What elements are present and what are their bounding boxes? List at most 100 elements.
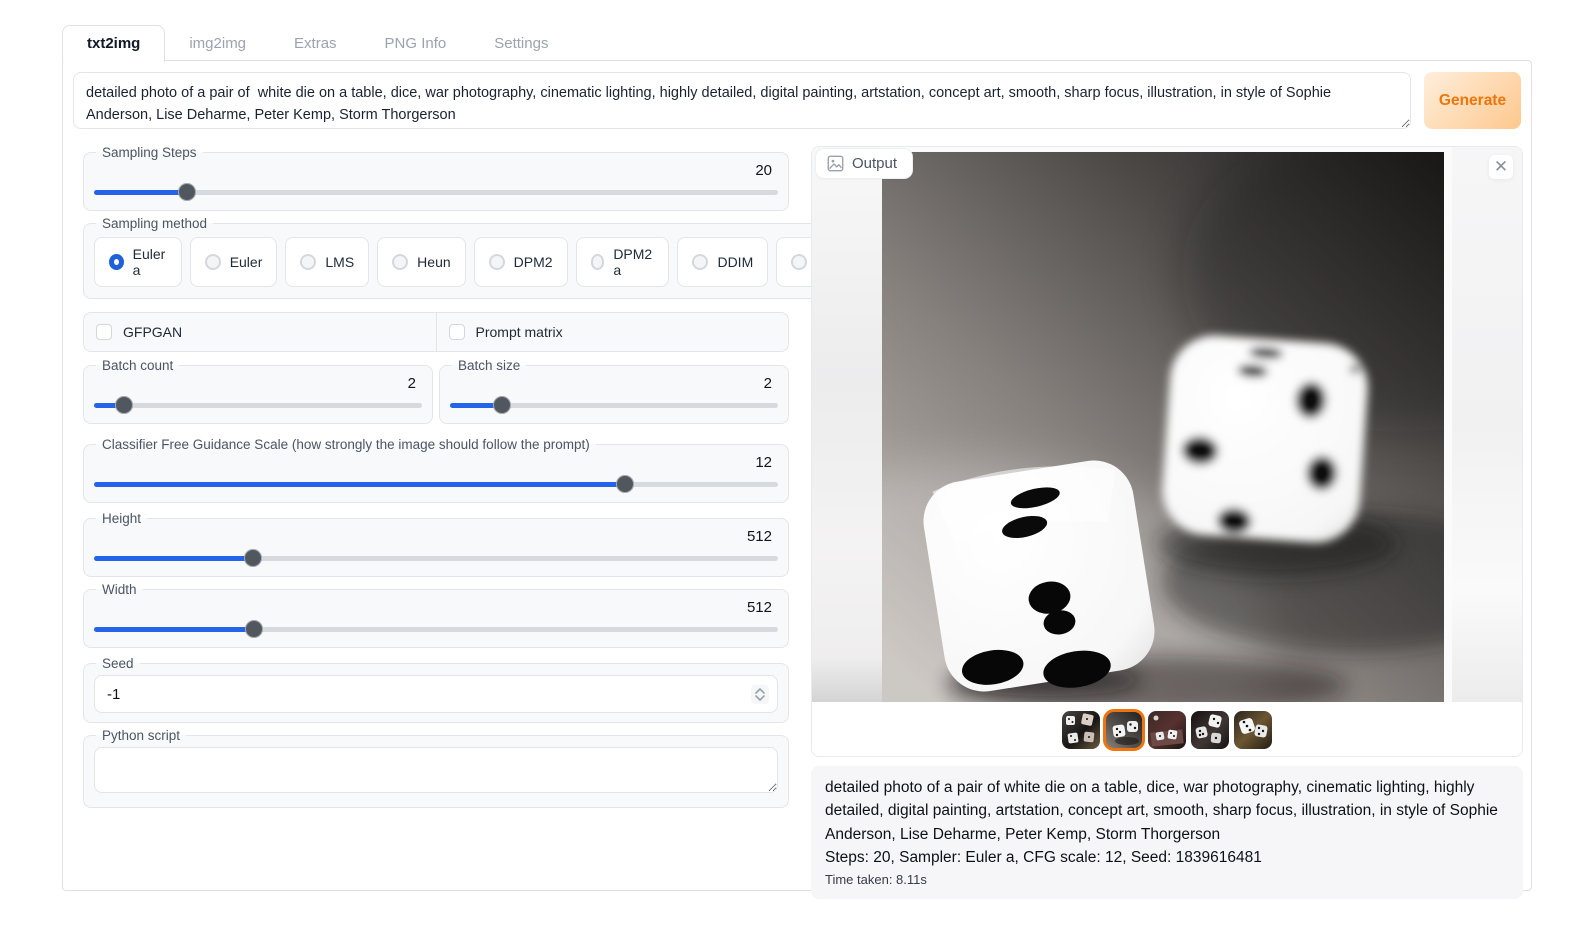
batch-size-value: 2: [450, 375, 778, 395]
radio-lms[interactable]: LMS: [285, 237, 369, 287]
gallery-thumbnails: [812, 702, 1522, 757]
slider-handle[interactable]: [245, 620, 263, 638]
gallery-thumbnail-2-selected[interactable]: [1105, 711, 1143, 749]
radio-label: Heun: [417, 254, 450, 270]
batch-count-slider[interactable]: [94, 396, 422, 414]
output-prompt-text: detailed photo of a pair of white die on…: [825, 776, 1509, 846]
slider-track: [94, 190, 778, 195]
seed-stepper[interactable]: [751, 685, 769, 704]
tab-settings[interactable]: Settings: [470, 26, 572, 62]
tab-extras[interactable]: Extras: [270, 26, 361, 62]
chevron-down-icon: [755, 695, 765, 701]
batch-size-label: Batch size: [452, 358, 526, 373]
image-left-padding: [812, 147, 882, 702]
seed-input[interactable]: [107, 686, 751, 703]
slider-fill: [94, 482, 625, 487]
main-container: detailed photo of a pair of white die on…: [62, 60, 1532, 891]
sampling-method-label: Sampling method: [96, 216, 213, 231]
gallery-thumbnail-1[interactable]: [1062, 711, 1100, 749]
prompt-input[interactable]: detailed photo of a pair of white die on…: [73, 72, 1411, 129]
radio-dot-icon: [109, 254, 124, 270]
batch-count-group: Batch count 2: [83, 358, 433, 424]
close-icon[interactable]: ✕: [1489, 155, 1513, 179]
output-params-text: Steps: 20, Sampler: Euler a, CFG scale: …: [825, 846, 1509, 869]
prompt-matrix-toggle[interactable]: Prompt matrix: [436, 313, 789, 351]
prompt-matrix-checkbox[interactable]: [449, 324, 465, 340]
slider-handle[interactable]: [616, 475, 634, 493]
tab-img2img[interactable]: img2img: [165, 26, 270, 62]
slider-handle[interactable]: [115, 396, 133, 414]
radio-dpm2-a[interactable]: DPM2 a: [576, 237, 670, 287]
settings-column: Sampling Steps 20 Sampling method Euler …: [83, 145, 789, 813]
slider-handle[interactable]: [493, 396, 511, 414]
radio-dot-icon: [791, 254, 807, 270]
cfg-scale-value: 12: [94, 454, 778, 474]
batch-row: Batch count 2 Batch size 2: [83, 358, 789, 429]
seed-inputbox: [94, 675, 778, 713]
chevron-up-icon: [755, 688, 765, 694]
toggles-row: GFPGAN Prompt matrix: [83, 312, 789, 352]
generate-button[interactable]: Generate: [1424, 72, 1521, 129]
tab-txt2img[interactable]: txt2img: [62, 25, 165, 62]
height-value: 512: [94, 528, 778, 548]
python-script-input[interactable]: [94, 747, 778, 793]
radio-euler-a[interactable]: Euler a: [94, 237, 182, 287]
sampling-steps-label: Sampling Steps: [96, 145, 203, 160]
radio-label: Euler: [230, 254, 263, 270]
height-group: Height 512: [83, 511, 789, 577]
width-group: Width 512: [83, 582, 789, 648]
seed-label: Seed: [96, 656, 140, 671]
sampling-method-group: Sampling method Euler a Euler LMS Heun: [83, 216, 880, 299]
seed-group: Seed: [83, 656, 789, 723]
prompt-row: detailed photo of a pair of white die on…: [63, 61, 1531, 129]
slider-fill: [94, 556, 253, 561]
gfpgan-toggle[interactable]: GFPGAN: [84, 313, 436, 351]
sampling-method-options: Euler a Euler LMS Heun DPM2: [94, 233, 869, 289]
slider-fill: [94, 627, 254, 632]
batch-count-label: Batch count: [96, 358, 179, 373]
output-panel-label: Output: [816, 149, 912, 178]
batch-size-group: Batch size 2: [439, 358, 789, 424]
radio-label: DPM2 a: [613, 246, 654, 278]
gallery-thumbnail-5[interactable]: [1234, 711, 1272, 749]
slider-handle[interactable]: [178, 183, 196, 201]
slider-handle[interactable]: [244, 549, 262, 567]
batch-size-slider[interactable]: [450, 396, 778, 414]
cfg-scale-label: Classifier Free Guidance Scale (how stro…: [96, 437, 596, 452]
output-panel: Output ✕: [811, 146, 1523, 757]
output-column: Output ✕: [811, 146, 1523, 899]
image-icon: [827, 155, 844, 172]
radio-dot-icon: [591, 254, 605, 270]
radio-euler[interactable]: Euler: [190, 237, 278, 287]
sampling-steps-group: Sampling Steps 20: [83, 145, 789, 211]
radio-dpm2[interactable]: DPM2: [474, 237, 568, 287]
output-label-text: Output: [852, 155, 897, 172]
batch-count-value: 2: [94, 375, 422, 395]
generated-image[interactable]: [882, 152, 1444, 702]
tab-png-info[interactable]: PNG Info: [361, 26, 471, 62]
cfg-scale-slider[interactable]: [94, 475, 778, 493]
radio-dot-icon: [300, 254, 316, 270]
radio-label: DDIM: [717, 254, 753, 270]
sampling-steps-value: 20: [94, 162, 778, 182]
height-label: Height: [96, 511, 147, 526]
prompt-matrix-label: Prompt matrix: [476, 324, 563, 340]
width-label: Width: [96, 582, 143, 597]
height-slider[interactable]: [94, 549, 778, 567]
radio-ddim[interactable]: DDIM: [677, 237, 768, 287]
image-right-padding: [1452, 147, 1522, 702]
radio-dot-icon: [392, 254, 408, 270]
cfg-scale-group: Classifier Free Guidance Scale (how stro…: [83, 437, 789, 503]
radio-label: LMS: [325, 254, 354, 270]
gallery-thumbnail-4[interactable]: [1191, 711, 1229, 749]
width-slider[interactable]: [94, 620, 778, 638]
gfpgan-checkbox[interactable]: [96, 324, 112, 340]
gallery-thumbnail-3[interactable]: [1148, 711, 1186, 749]
radio-label: DPM2: [514, 254, 553, 270]
tab-bar: txt2img img2img Extras PNG Info Settings: [62, 25, 572, 62]
radio-heun[interactable]: Heun: [377, 237, 465, 287]
slider-track: [94, 403, 422, 408]
python-script-label: Python script: [96, 728, 186, 743]
output-info-block: detailed photo of a pair of white die on…: [811, 766, 1523, 899]
sampling-steps-slider[interactable]: [94, 183, 778, 201]
